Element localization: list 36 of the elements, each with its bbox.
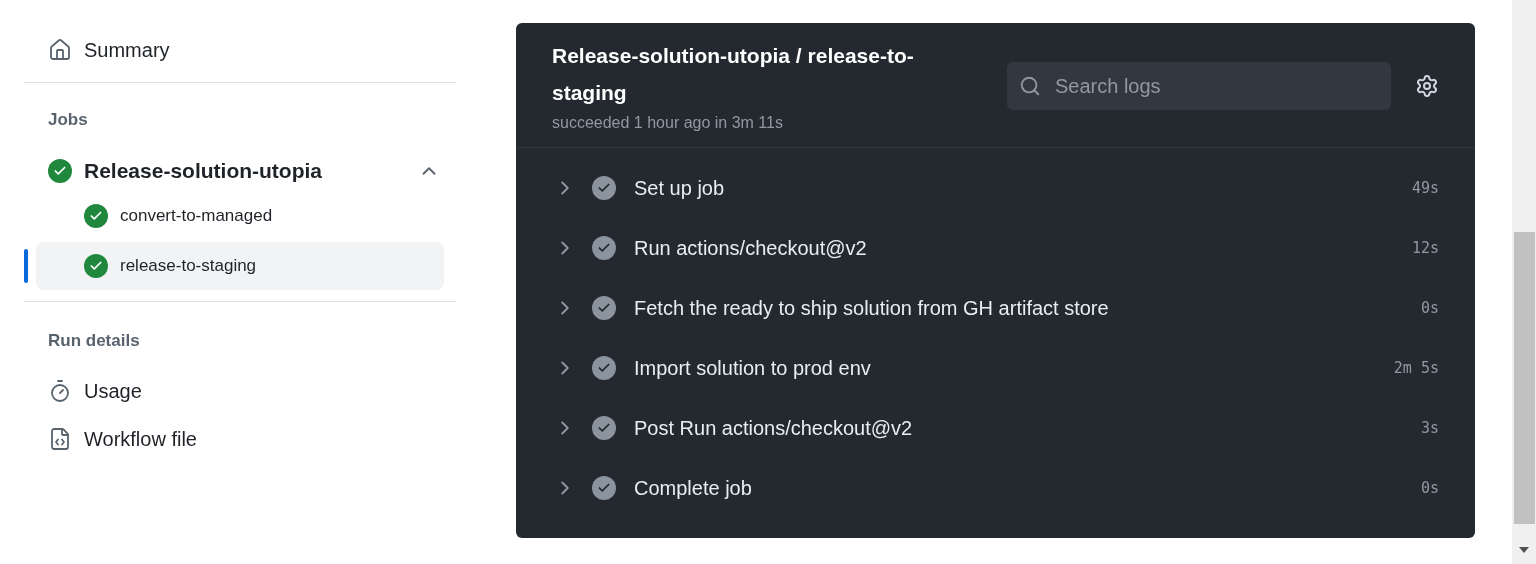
step-duration: 3s — [1420, 417, 1439, 439]
step-duration: 0s — [1420, 477, 1439, 499]
code-file-icon — [48, 427, 72, 451]
sidebar-link[interactable]: Usage — [84, 376, 142, 406]
home-icon — [48, 38, 72, 62]
step-row[interactable]: Set up job 49s — [516, 158, 1475, 218]
scrollbar[interactable] — [1512, 0, 1536, 564]
settings-icon[interactable] — [1415, 74, 1439, 98]
step-row[interactable]: Fetch the ready to ship solution from GH artifact store 0s — [516, 278, 1475, 338]
section-heading: Run details — [47, 329, 141, 352]
section-heading: Jobs — [47, 109, 89, 131]
step-name: Import solution to prod env — [634, 356, 872, 381]
step-row[interactable]: Import solution to prod env 2m 5s — [516, 338, 1475, 398]
scroll-down-arrow-icon[interactable] — [1519, 547, 1529, 553]
step-row[interactable]: Run actions/checkout@v2 12s — [516, 218, 1475, 278]
job-item[interactable]: release-to-staging — [36, 241, 444, 290]
step-duration: 2m 5s — [1393, 357, 1439, 379]
summary-link[interactable]: Summary — [84, 35, 170, 65]
step-duration: 0s — [1420, 297, 1439, 319]
step-row[interactable]: Post Run actions/checkout@v2 3s — [516, 398, 1475, 458]
job-title[interactable]: Release-solution-utopia — [84, 154, 406, 187]
search-field[interactable]: Search logs — [1007, 62, 1391, 110]
sidebar-link[interactable]: Workflow file — [84, 424, 197, 454]
search-icon — [1019, 75, 1041, 97]
step-name: Complete job — [634, 476, 753, 501]
stopwatch-icon — [48, 379, 72, 403]
step-row[interactable]: Complete job 0s — [516, 458, 1475, 518]
step-name: Run actions/checkout@v2 — [634, 236, 868, 261]
job-title: Release-solution-utopia / release-to-staging — [552, 43, 915, 106]
step-duration: 49s — [1411, 177, 1439, 199]
step-name: Fetch the ready to ship solution from GH artifact store — [634, 296, 1110, 321]
step-name: Post Run actions/checkout@v2 — [634, 416, 914, 441]
step-duration: 12s — [1411, 237, 1439, 259]
job-item[interactable]: convert-to-managed — [36, 191, 444, 240]
job-subtitle: succeeded 1 hour ago in 3m 11s — [552, 113, 784, 133]
step-name: Set up job — [634, 176, 726, 201]
